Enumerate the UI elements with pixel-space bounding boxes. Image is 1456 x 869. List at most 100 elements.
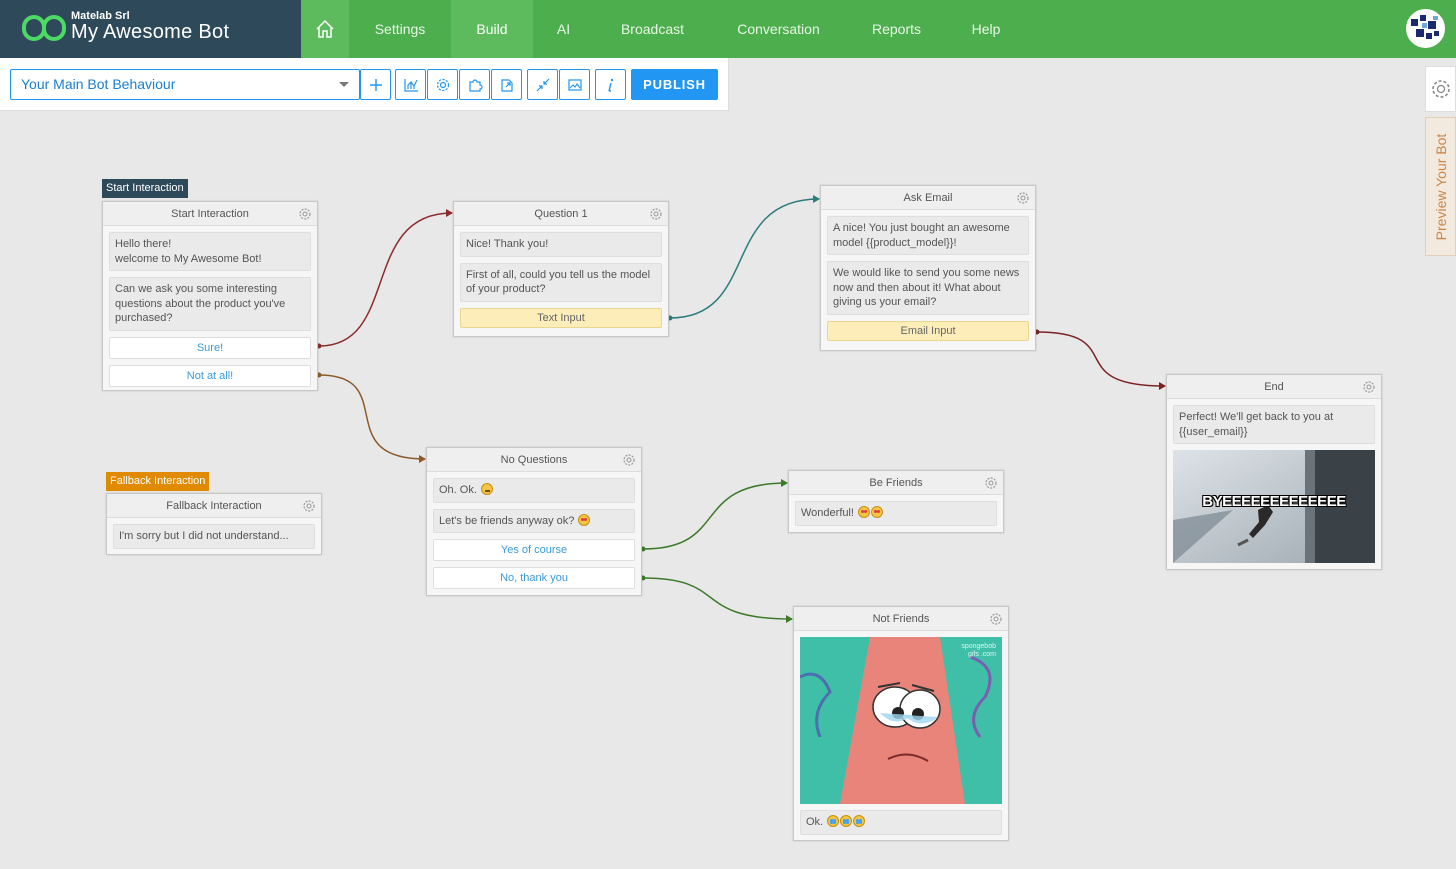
arrowhead-end [1159,382,1166,390]
node-header: Not Friends [794,607,1008,631]
export-button[interactable] [491,69,522,100]
gif-caption: BYEEEEEEEEEEEEE [1202,493,1346,510]
message-bubble[interactable]: First of all, could you tell us the mode… [460,262,662,302]
node-header: Be Friends [789,471,1003,495]
statistics-button[interactable] [395,69,426,100]
gear-icon[interactable] [622,453,636,467]
gear-icon[interactable] [302,499,316,513]
nav-conversation[interactable]: Conversation [711,0,846,58]
behaviour-select[interactable]: Your Main Bot Behaviour [10,69,360,100]
node-be-friends[interactable]: Be Friends Wonderful! [788,470,1004,533]
gear-icon[interactable] [989,612,1003,626]
node-title: Be Friends [869,477,923,489]
infinity-logo-icon [22,15,66,41]
nav-build[interactable]: Build [451,0,533,58]
option-button-not-at-all[interactable]: Not at all! [109,364,311,387]
nav-home[interactable] [301,0,349,58]
message-bubble[interactable]: Let's be friends anyway ok? [433,508,635,533]
gear-icon[interactable] [1016,191,1030,205]
node-not-friends[interactable]: Not Friends spongebob gifs .com Ok. [793,606,1009,841]
gear-icon [1431,80,1450,98]
link-yes-to-befriends [642,482,788,550]
option-button-sure[interactable]: Sure! [109,336,311,359]
behaviour-settings-button[interactable] [427,69,458,100]
top-navigation-bar: Matelab Srl My Awesome Bot Settings Buil… [0,0,1456,58]
collapse-button[interactable] [527,69,558,100]
home-icon [316,19,334,38]
node-fallback-interaction[interactable]: Fallback Interaction I'm sorry but I did… [106,493,322,555]
bye-gif-image[interactable]: BYEEEEEEEEEEEEE [1173,450,1375,563]
message-bubble[interactable]: Ok. [800,810,1002,835]
option-button-no[interactable]: No, thank you [433,567,635,589]
link-textinput-to-askemail [669,198,820,319]
right-settings-button[interactable] [1425,66,1456,112]
publish-button[interactable]: PUBLISH [631,69,718,100]
add-behaviour-button[interactable] [360,69,391,100]
message-text: Wonderful! [801,507,854,519]
plugins-button[interactable] [459,69,490,100]
heart-eyes-emoji-icon [578,513,591,526]
image-icon [567,78,582,91]
gear-icon[interactable] [1362,380,1376,394]
node-title: Ask Email [903,192,953,204]
message-text: Let's be friends anyway ok? [439,514,575,527]
node-title: Fallback Interaction [166,500,262,512]
node-header: Start Interaction [103,202,317,226]
message-bubble[interactable]: Oh. Ok. [433,478,635,503]
preview-bot-label: Preview Your Bot [1432,133,1449,240]
text-input-block[interactable]: Text Input [460,307,662,328]
node-title: Start Interaction [171,208,249,220]
start-interaction-tag: Start Interaction [102,179,188,198]
user-avatar[interactable] [1406,9,1445,48]
node-end[interactable]: End Perfect! We'll get back to you at {{… [1166,374,1382,570]
bot-name: My Awesome Bot [71,21,230,43]
message-bubble[interactable]: Hello there! welcome to My Awesome Bot! [109,232,311,271]
node-no-questions[interactable]: No Questions Oh. Ok. Let's be friends an… [426,447,642,596]
node-header: Question 1 [454,202,668,226]
node-title: Question 1 [534,208,588,220]
node-start-interaction[interactable]: Start Interaction Hello there! welcome t… [102,201,318,391]
brand-area[interactable]: Matelab Srl My Awesome Bot [0,0,301,58]
node-header: No Questions [427,448,641,472]
crying-emoji-icon [853,815,866,827]
message-bubble[interactable]: We would like to send you some news now … [827,261,1029,315]
nav-reports[interactable]: Reports [846,0,947,58]
gear-icon[interactable] [298,207,312,221]
nav-ai[interactable]: AI [533,0,594,58]
node-header: End [1167,375,1381,399]
node-header: Fallback Interaction [107,494,321,518]
arrowhead-askemail [813,195,820,203]
preview-bot-tab[interactable]: Preview Your Bot [1425,117,1456,256]
export-icon [500,78,513,92]
node-ask-email[interactable]: Ask Email A nice! You just bought an awe… [820,185,1036,351]
node-question-1[interactable]: Question 1 Nice! Thank you! First of all… [453,201,669,337]
image-button[interactable] [559,69,590,100]
message-bubble[interactable]: I'm sorry but I did not understand... [113,524,315,549]
gear-icon[interactable] [649,207,663,221]
sad-patrick-gif-image[interactable]: spongebob gifs .com [800,637,1002,804]
nav-help[interactable]: Help [947,0,1025,58]
info-button[interactable] [595,69,626,100]
message-bubble[interactable]: Perfect! We'll get back to you at {{user… [1173,405,1375,444]
nav-broadcast[interactable]: Broadcast [594,0,711,58]
gear-icon[interactable] [984,476,998,490]
crying-starfish-gif-illustration [800,637,1002,804]
message-bubble[interactable]: Wonderful! [795,501,997,526]
email-input-block[interactable]: Email Input [827,320,1029,341]
heart-eyes-emoji-icon [858,506,871,518]
avatar-pattern-icon [1408,11,1443,46]
message-bubble[interactable]: Can we ask you some interesting question… [109,277,311,331]
grimacing-emoji-icon [480,483,493,495]
plus-icon [369,78,382,91]
arrowhead-befriends [781,479,788,487]
link-emailinput-to-end [1036,331,1166,387]
node-title: End [1264,381,1284,393]
message-text: Oh. Ok. [439,484,477,496]
option-button-yes[interactable]: Yes of course [433,539,635,561]
crying-emoji-icon [840,815,853,827]
nav-settings[interactable]: Settings [349,0,451,58]
arrowhead-question1 [446,209,453,217]
node-title: No Questions [500,454,568,466]
message-bubble[interactable]: A nice! You just bought an awesome model… [827,216,1029,255]
message-bubble[interactable]: Nice! Thank you! [460,232,662,257]
